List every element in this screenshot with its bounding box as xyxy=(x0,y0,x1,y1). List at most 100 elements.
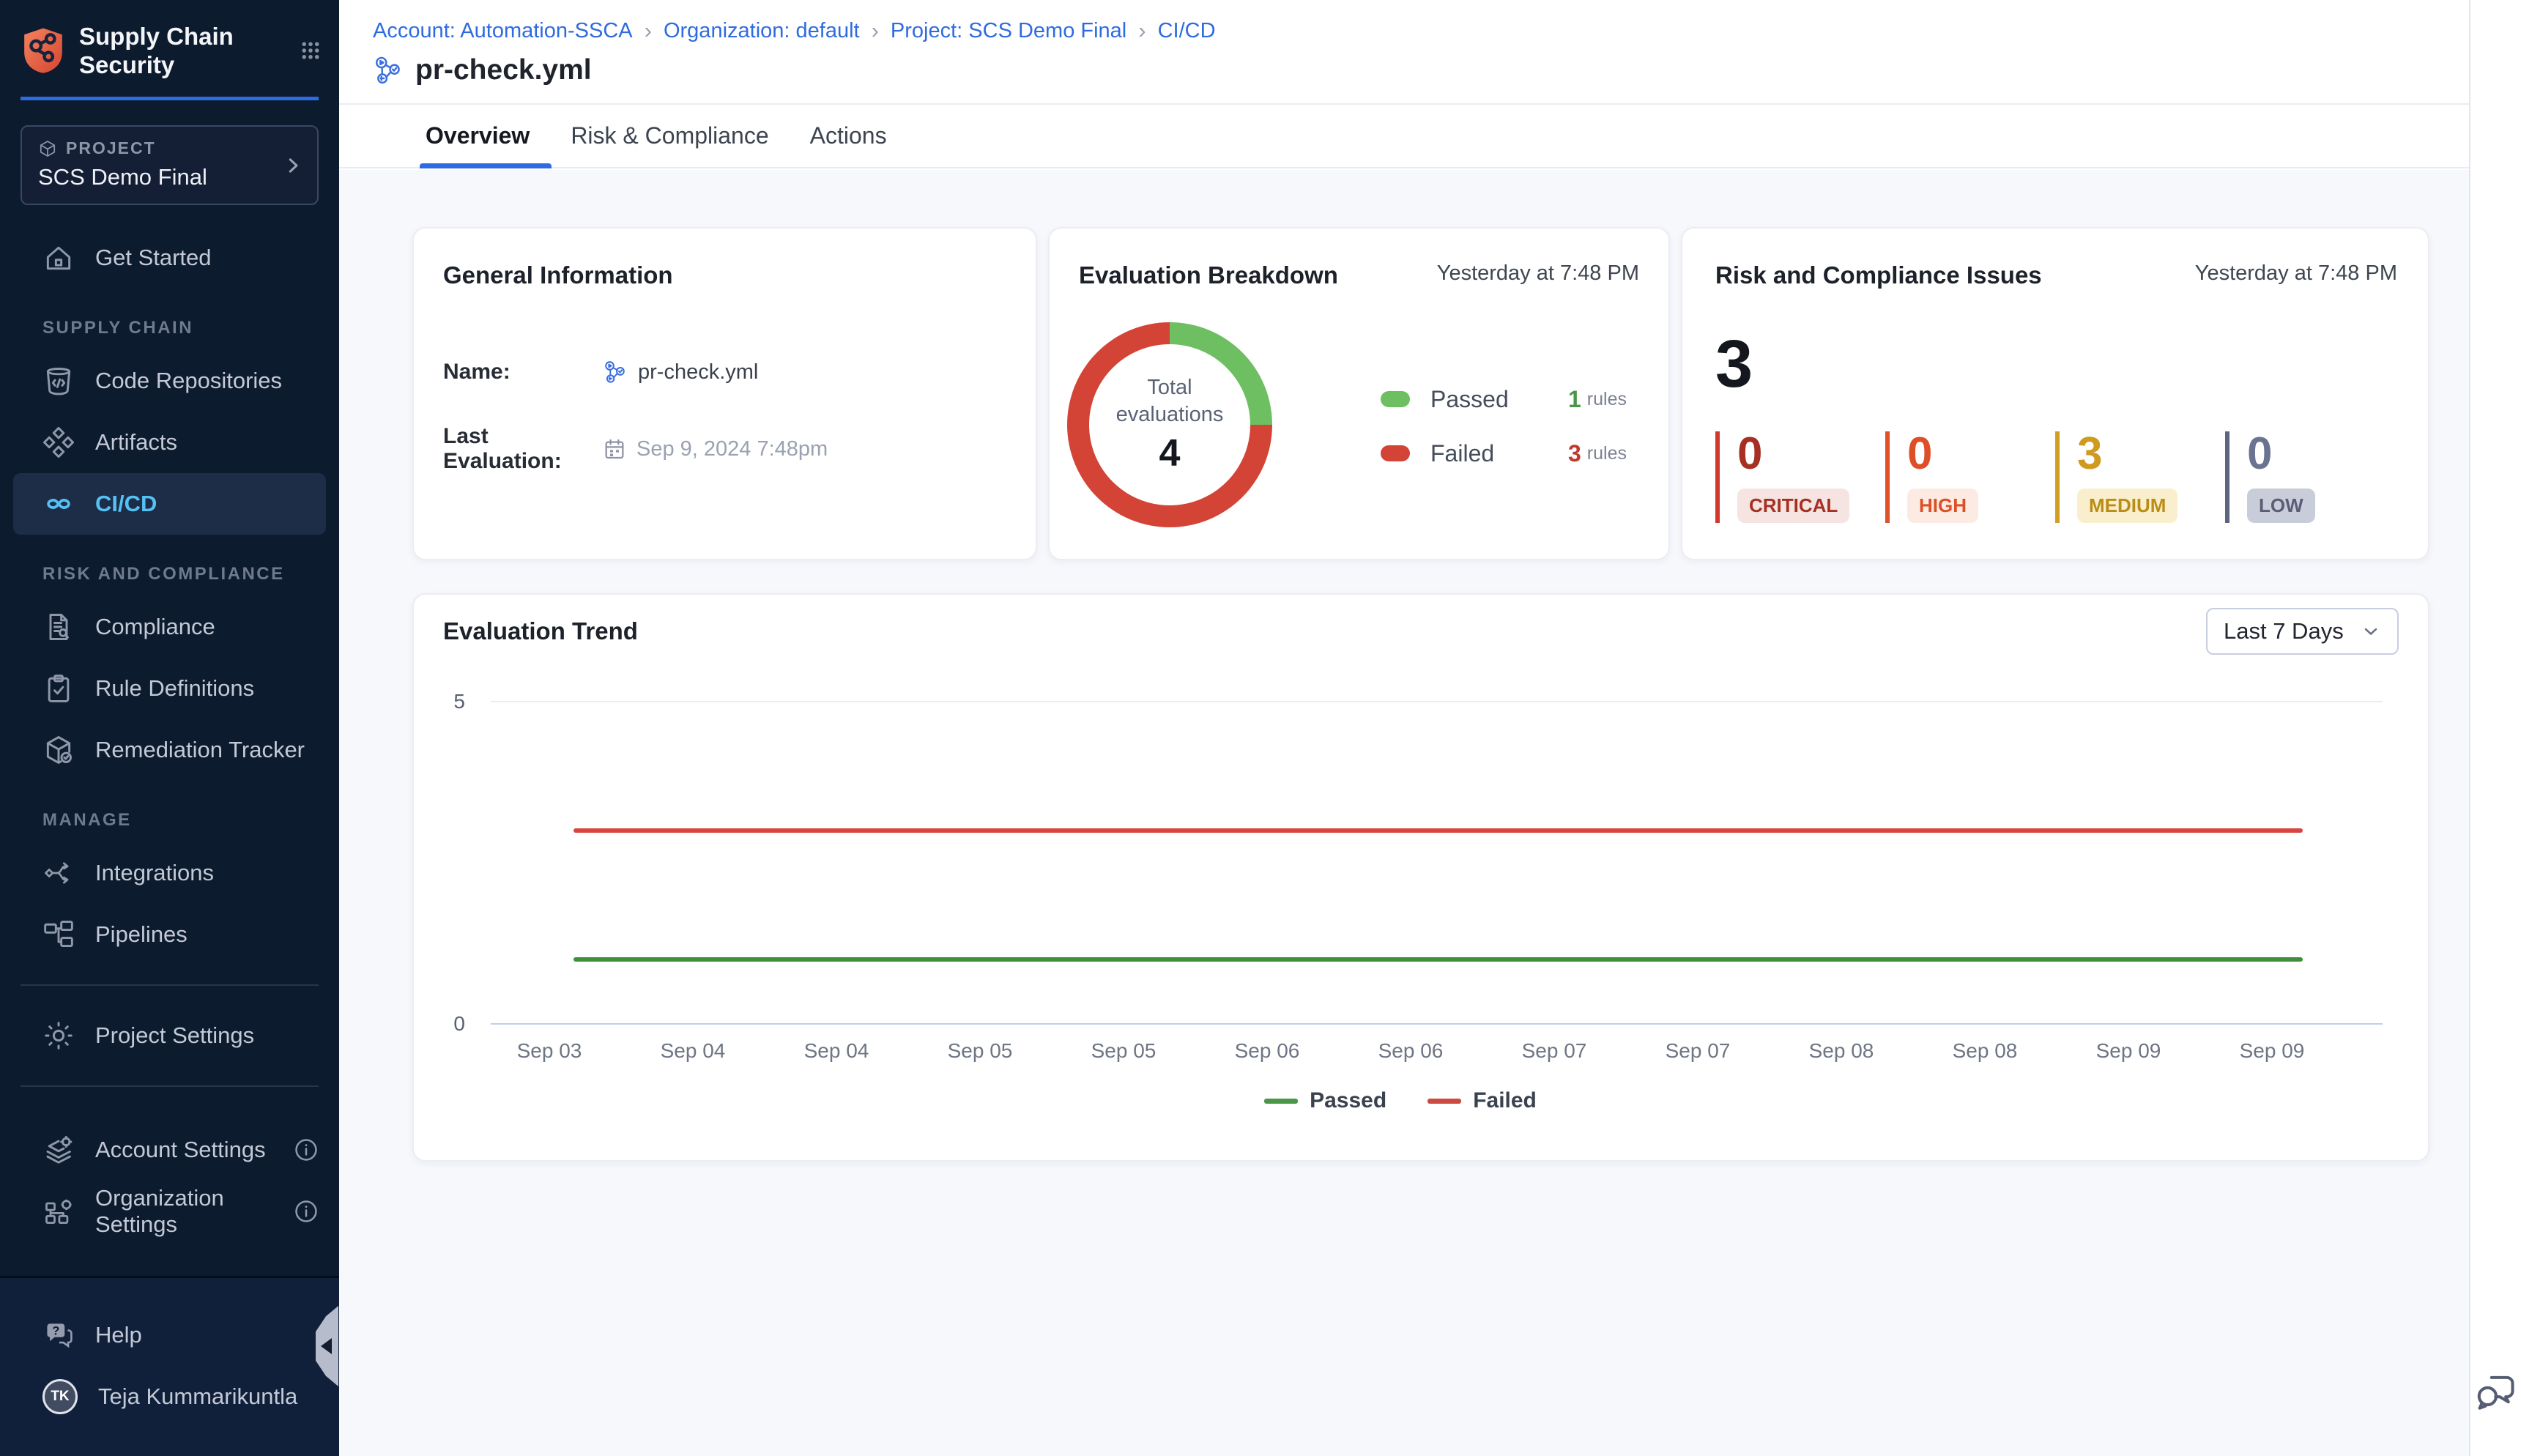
svg-text:Sep 06: Sep 06 xyxy=(1378,1039,1444,1062)
sidebar-item-cicd[interactable]: CI/CD xyxy=(13,473,326,535)
severity-medium: 3 MEDIUM xyxy=(2055,431,2225,523)
breadcrumb-organization-link[interactable]: Organization: default xyxy=(664,19,860,43)
sidebar-item-label: Help xyxy=(95,1322,142,1348)
active-tab-underline xyxy=(420,163,552,168)
layers-gear-icon xyxy=(42,1134,75,1166)
sidebar-item-get-started[interactable]: Get Started xyxy=(0,227,339,289)
main-area: Account: Automation-SSCA › Organization:… xyxy=(339,0,2469,1456)
evaluation-timestamp: Yesterday at 7:48 PM xyxy=(1437,261,1639,286)
page-title: pr-check.yml xyxy=(415,54,592,86)
critical-count: 0 xyxy=(1737,431,1885,477)
sidebar-item-compliance[interactable]: Compliance xyxy=(0,596,339,658)
low-count: 0 xyxy=(2247,431,2395,477)
severity-high: 0 HIGH xyxy=(1885,431,2055,523)
card-title: Risk and Compliance Issues xyxy=(1715,261,2042,289)
medium-count: 3 xyxy=(2077,431,2225,477)
tab-label: Actions xyxy=(810,122,887,149)
sidebar-item-label: Pipelines xyxy=(95,921,188,948)
pipeline-name-value: pr-check.yml xyxy=(638,360,758,385)
share-integrations-icon xyxy=(42,857,75,889)
risk-compliance-issues-card: Risk and Compliance Issues Yesterday at … xyxy=(1681,227,2429,560)
sidebar-item-label: CI/CD xyxy=(95,491,157,517)
legend-unit: rules xyxy=(1587,389,1627,410)
breadcrumb-cicd-link[interactable]: CI/CD xyxy=(1158,19,1216,43)
trend-legend-passed: Passed xyxy=(1310,1088,1386,1113)
breadcrumb-project-link[interactable]: Project: SCS Demo Final xyxy=(891,19,1126,43)
app-switcher-grid-icon[interactable] xyxy=(300,40,322,62)
evaluation-breakdown-card: Evaluation Breakdown Yesterday at 7:48 P… xyxy=(1048,227,1670,560)
breadcrumb-account-link[interactable]: Account: Automation-SSCA xyxy=(373,19,633,43)
chevron-down-icon xyxy=(2361,621,2381,642)
avatar: TK xyxy=(42,1379,78,1414)
tab-bar: Overview Risk & Compliance Actions xyxy=(339,105,2469,168)
tab-label: Risk & Compliance xyxy=(571,122,768,149)
sidebar-item-remediation-tracker[interactable]: Remediation Tracker xyxy=(0,719,339,781)
pipeline-icon xyxy=(373,55,404,86)
svg-text:Sep 09: Sep 09 xyxy=(2240,1039,2305,1062)
user-menu[interactable]: TK Teja Kummarikuntla xyxy=(0,1366,339,1427)
project-selector[interactable]: PROJECT SCS Demo Final xyxy=(21,125,319,205)
svg-text:Sep 05: Sep 05 xyxy=(948,1039,1013,1062)
svg-text:Sep 08: Sep 08 xyxy=(1809,1039,1874,1062)
total-issues-count: 3 xyxy=(1715,330,2397,398)
chevron-right-icon xyxy=(282,155,304,177)
breadcrumb-separator: › xyxy=(645,18,652,44)
app-logo-row: Supply Chain Security xyxy=(0,0,339,79)
sidebar-item-label: Organization Settings xyxy=(95,1185,272,1238)
sidebar-item-organization-settings[interactable]: Organization Settings xyxy=(0,1181,339,1242)
breadcrumb-separator: › xyxy=(1138,18,1146,44)
overview-content: General Information Name: pr-check xyxy=(339,170,2469,1456)
document-search-icon xyxy=(42,611,75,643)
sidebar-divider xyxy=(21,1085,319,1087)
sidebar-section-supply-chain: SUPPLY CHAIN xyxy=(0,306,339,350)
sidebar-item-artifacts[interactable]: Artifacts xyxy=(0,412,339,473)
project-name: SCS Demo Final xyxy=(38,164,301,190)
app-title: Supply Chain Security xyxy=(79,22,245,79)
svg-text:Sep 07: Sep 07 xyxy=(1522,1039,1587,1062)
help-chat-icon: ? xyxy=(42,1319,75,1351)
project-label: PROJECT xyxy=(66,138,156,158)
clipboard-check-icon xyxy=(42,672,75,705)
org-chart-gear-icon xyxy=(42,1195,75,1227)
pipelines-flow-icon xyxy=(42,918,75,951)
legend-unit: rules xyxy=(1587,443,1627,464)
trend-legend-failed: Failed xyxy=(1473,1088,1537,1113)
sidebar-item-rule-definitions[interactable]: Rule Definitions xyxy=(0,658,339,719)
time-range-select[interactable]: Last 7 Days xyxy=(2206,608,2399,655)
sidebar-item-integrations[interactable]: Integrations xyxy=(0,842,339,904)
card-title: Evaluation Breakdown xyxy=(1079,261,1338,289)
sidebar-item-help[interactable]: ? Help xyxy=(0,1304,339,1366)
legend-row-passed: Passed 1 rules xyxy=(1381,372,1627,426)
tab-overview[interactable]: Overview xyxy=(423,105,532,167)
code-repository-icon xyxy=(42,365,75,397)
sidebar: Supply Chain Security PROJECT SCS Demo F… xyxy=(0,0,339,1456)
calendar-icon xyxy=(603,437,626,461)
info-icon[interactable] xyxy=(292,1136,320,1164)
sidebar-item-label: Code Repositories xyxy=(95,368,282,394)
failed-count: 3 xyxy=(1568,440,1581,467)
sidebar-footer: ? Help TK Teja Kummarikuntla xyxy=(0,1276,339,1456)
sidebar-item-label: Artifacts xyxy=(95,429,177,456)
svg-text:Sep 04: Sep 04 xyxy=(661,1039,726,1062)
sidebar-item-project-settings[interactable]: Project Settings xyxy=(0,1005,339,1066)
pipeline-icon xyxy=(603,360,628,385)
critical-badge: CRITICAL xyxy=(1737,489,1849,523)
tab-label: Overview xyxy=(426,122,530,149)
sidebar-item-code-repositories[interactable]: Code Repositories xyxy=(0,350,339,412)
severity-row: 0 CRITICAL 0 HIGH 3 MEDIUM 0 LOW xyxy=(1715,431,2397,523)
info-icon[interactable] xyxy=(292,1197,320,1225)
svg-text:Sep 06: Sep 06 xyxy=(1235,1039,1300,1062)
passed-swatch-icon xyxy=(1381,391,1410,407)
trend-legend: Passed Failed xyxy=(443,1088,2399,1113)
tab-risk-compliance[interactable]: Risk & Compliance xyxy=(568,105,771,167)
sidebar-section-risk-compliance: RISK AND COMPLIANCE xyxy=(0,552,339,596)
tab-actions[interactable]: Actions xyxy=(807,105,890,167)
infinity-cicd-icon xyxy=(42,488,75,520)
chat-bubbles-icon[interactable] xyxy=(2473,1370,2519,1415)
donut-center-label: Total evaluations xyxy=(1105,374,1234,428)
sidebar-section-manage: MANAGE xyxy=(0,798,339,842)
donut-legend: Passed 1 rules Failed 3 rules xyxy=(1381,372,1627,480)
sidebar-item-pipelines[interactable]: Pipelines xyxy=(0,904,339,965)
sidebar-item-account-settings[interactable]: Account Settings xyxy=(0,1119,339,1181)
svg-text:Sep 05: Sep 05 xyxy=(1091,1039,1156,1062)
